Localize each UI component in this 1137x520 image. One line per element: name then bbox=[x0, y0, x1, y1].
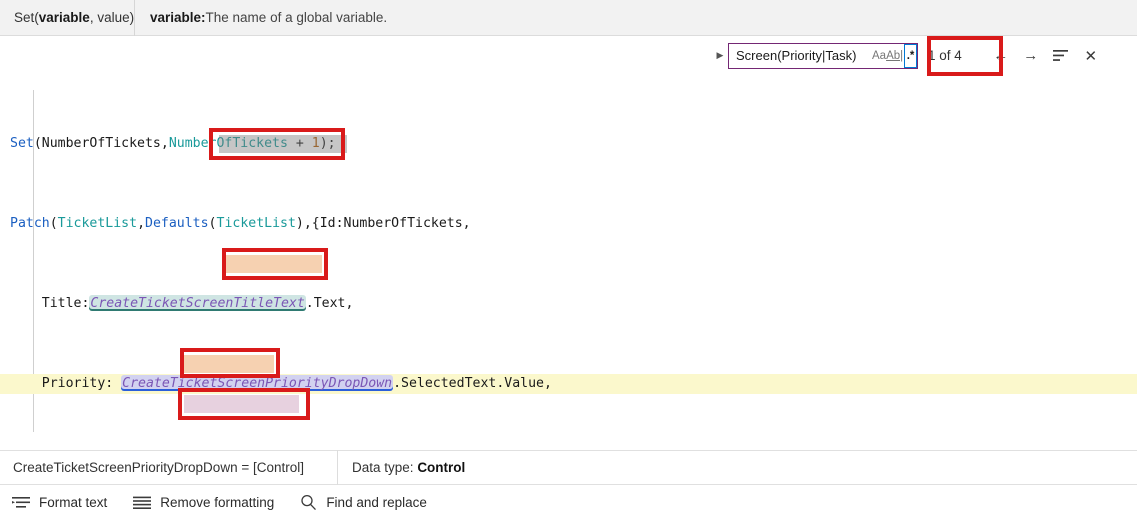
data-type-label: Data type: bbox=[352, 460, 414, 475]
token-punct: ( bbox=[208, 216, 217, 231]
remove-formatting-label: Remove formatting bbox=[160, 495, 275, 510]
format-text-label: Format text bbox=[39, 495, 108, 510]
power-apps-formula-editor: Set(variable, value) variable: The name … bbox=[0, 0, 1137, 520]
signature-suffix: , value) bbox=[89, 10, 135, 25]
token-punct: ),{Id: bbox=[295, 216, 344, 231]
next-match-icon[interactable]: → bbox=[1020, 45, 1042, 67]
data-type-value: Control bbox=[417, 460, 466, 475]
close-icon[interactable]: ✕ bbox=[1080, 45, 1102, 67]
token-punct: , bbox=[137, 216, 146, 231]
token-punct: ( bbox=[49, 216, 58, 231]
token-patch: Patch bbox=[10, 216, 50, 231]
data-type-info: Data type: Control bbox=[338, 460, 465, 475]
list-results-icon[interactable] bbox=[1050, 45, 1072, 67]
token-number: 1 bbox=[311, 136, 320, 151]
token-punct: Title: bbox=[10, 296, 90, 311]
search-input[interactable] bbox=[734, 44, 872, 67]
token-prop: .Text bbox=[305, 296, 346, 311]
parameter-name: variable: bbox=[150, 10, 206, 25]
find-navigation-group: ← → ✕ bbox=[990, 45, 1102, 67]
token-punct: Priority: bbox=[10, 376, 122, 391]
token-ticketlist: TicketList bbox=[57, 216, 138, 231]
remove-formatting-button[interactable]: Remove formatting bbox=[133, 495, 274, 510]
token-prop: .SelectedText.Value bbox=[393, 376, 544, 391]
signature-param-bold: variable bbox=[38, 10, 90, 25]
regex-toggle[interactable]: .* bbox=[904, 43, 917, 68]
control-ref-title: CreateTicketScreenTitleText bbox=[89, 295, 306, 311]
find-and-replace-label: Find and replace bbox=[326, 495, 427, 510]
token-punct: + bbox=[287, 136, 312, 151]
function-signature: Set(variable, value) bbox=[0, 0, 135, 36]
control-ref-priority: CreateTicketScreenPriorityDropDown bbox=[121, 375, 394, 391]
token-arg-2: NumberOfTickets bbox=[168, 136, 288, 151]
code-line-3: Title:CreateTicketScreenTitleText.Text, bbox=[10, 294, 1137, 314]
token-punct: , bbox=[543, 376, 552, 391]
token-punct: ( bbox=[33, 136, 42, 151]
code-line-4: Priority: CreateTicketScreenPriorityDrop… bbox=[0, 374, 1137, 394]
remove-formatting-icon bbox=[133, 496, 152, 510]
parameter-description-text: The name of a global variable. bbox=[205, 10, 388, 25]
token-punct: , bbox=[160, 136, 169, 151]
editor-toolbar: Format text Remove formatting Find and r… bbox=[0, 485, 1137, 520]
token-punct: , bbox=[345, 296, 354, 311]
code-line-1: Set(NumberOfTickets,NumberOfTickets + 1)… bbox=[10, 134, 1137, 154]
signature-prefix: Set( bbox=[14, 10, 39, 25]
find-input-container: Aa Ab| .* bbox=[728, 42, 918, 69]
previous-match-icon[interactable]: ← bbox=[990, 45, 1012, 67]
token-arg-1: NumberOfTickets bbox=[41, 136, 161, 151]
format-text-icon bbox=[12, 496, 30, 510]
chevron-right-icon[interactable]: ▶ bbox=[712, 38, 728, 73]
token-punct: ); bbox=[319, 136, 336, 151]
formula-code-editor[interactable]: Set(NumberOfTickets,NumberOfTickets + 1)… bbox=[0, 72, 1137, 450]
match-case-toggle[interactable]: Aa bbox=[872, 45, 886, 67]
search-icon bbox=[300, 494, 317, 511]
match-count-label: 1 of 4 bbox=[928, 48, 962, 63]
token-defaults: Defaults bbox=[145, 216, 209, 231]
token-set: Set bbox=[10, 136, 34, 151]
function-signature-bar: Set(variable, value) variable: The name … bbox=[0, 0, 1137, 36]
code-content: Set(NumberOfTickets,NumberOfTickets + 1)… bbox=[0, 72, 1137, 450]
expression-info-bar: CreateTicketScreenPriorityDropDown = [Co… bbox=[0, 450, 1137, 485]
expression-result: CreateTicketScreenPriorityDropDown = [Co… bbox=[0, 450, 338, 485]
find-and-replace-button[interactable]: Find and replace bbox=[300, 494, 427, 511]
find-bar: ▶ Aa Ab| .* 1 of 4 ← → ✕ bbox=[712, 38, 1122, 73]
token-punct: , bbox=[462, 216, 471, 231]
whole-word-toggle[interactable]: Ab| bbox=[886, 45, 903, 67]
code-line-2: Patch(TicketList,Defaults(TicketList),{I… bbox=[10, 214, 1137, 234]
token-ticketlist: TicketList bbox=[216, 216, 296, 231]
token-numberoftickets: NumberOfTickets bbox=[343, 216, 463, 231]
format-text-button[interactable]: Format text bbox=[12, 495, 107, 510]
parameter-description: variable: The name of a global variable. bbox=[135, 10, 387, 25]
